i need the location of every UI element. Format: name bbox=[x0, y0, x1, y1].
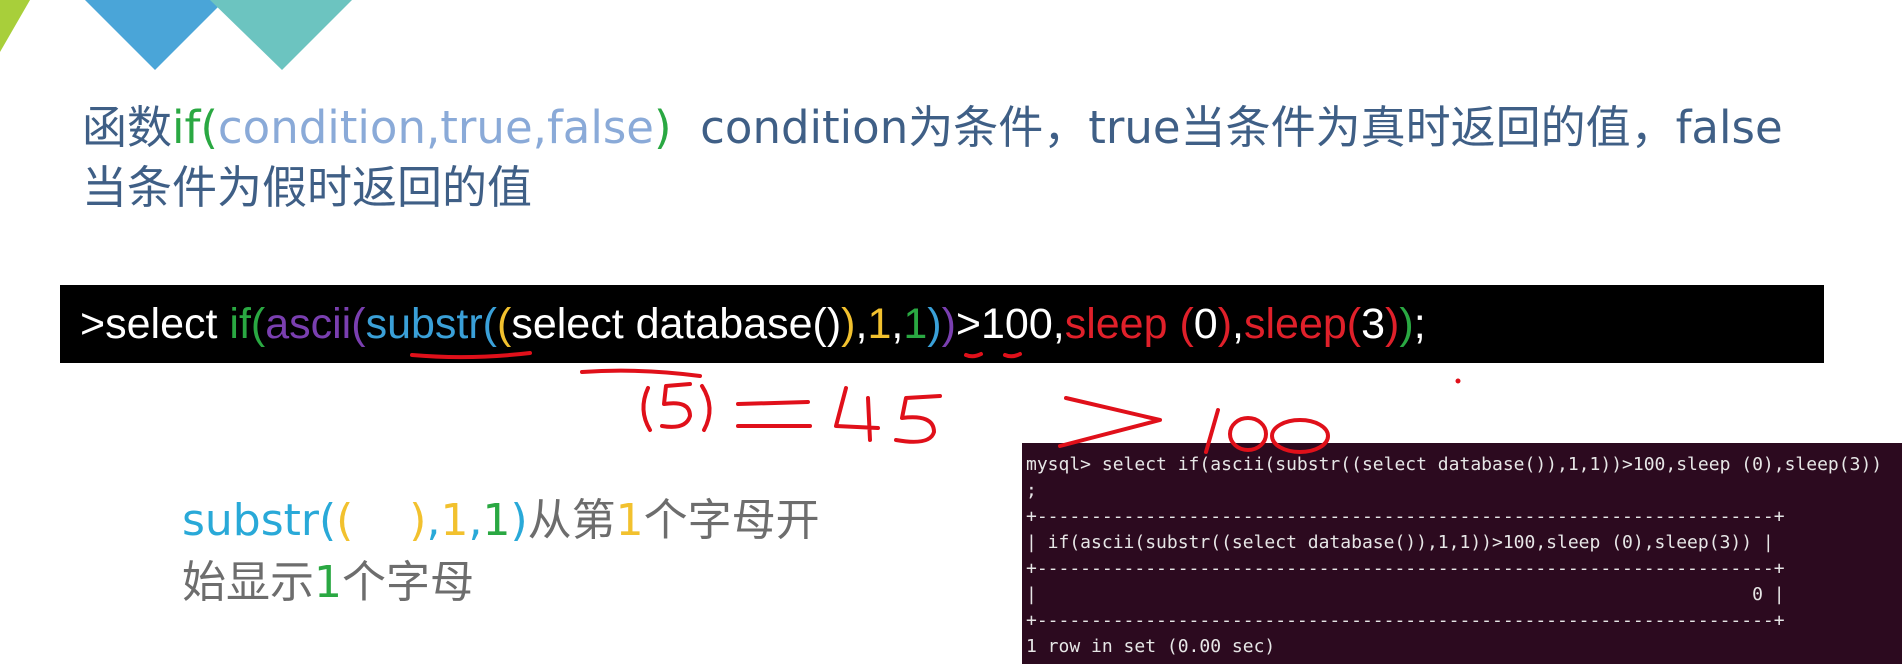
code-segment: ascii( bbox=[265, 300, 366, 348]
note-segment: 1 bbox=[440, 495, 469, 546]
note-segment bbox=[353, 495, 409, 546]
code-segment: , bbox=[855, 300, 868, 348]
heading-prefix: 函数 bbox=[82, 101, 173, 154]
note-segment: 1 bbox=[314, 557, 342, 608]
note-segment: 个字母开 bbox=[643, 495, 820, 546]
terminal-line: | if(ascii(substr((select database()),1,… bbox=[1026, 532, 1774, 553]
code-segment: >100, bbox=[955, 300, 1065, 348]
heading-fn-args: condition,true,false bbox=[217, 101, 654, 154]
terminal-line: mysql> select if(ascii(substr((select da… bbox=[1026, 454, 1883, 475]
code-segment: sleep bbox=[1064, 300, 1180, 348]
stray-dot bbox=[1455, 378, 1461, 384]
code-segment: 1 bbox=[867, 300, 892, 348]
terminal-line: ; bbox=[1026, 480, 1037, 501]
note-segment: 1 bbox=[482, 495, 511, 546]
hand-digit-5 bbox=[660, 382, 692, 429]
terminal-line: 1 row in set (0.00 sec) bbox=[1026, 636, 1276, 657]
heading-fn-name: if( bbox=[172, 101, 218, 154]
slide-heading: 函数if(condition,true,false) condition为条件，… bbox=[82, 98, 1882, 218]
code-segment: 3 bbox=[1361, 300, 1386, 348]
code-segment: , bbox=[1232, 300, 1244, 348]
note-segment: , bbox=[426, 495, 441, 546]
code-segment: ) bbox=[1399, 300, 1414, 348]
code-segment: 1 bbox=[903, 300, 928, 348]
note-segment: 1 bbox=[615, 495, 644, 546]
teal-triangle bbox=[210, 0, 352, 70]
code-segment: ( bbox=[1346, 300, 1362, 348]
note-segment: 个字母 bbox=[342, 557, 474, 608]
decorative-triangles bbox=[0, 0, 352, 70]
code-segment: ( bbox=[1179, 300, 1194, 348]
code-segment: 0 bbox=[1193, 300, 1218, 348]
substr-note: substr(( ),1,1)从第1个字母开 始显示1个字母 bbox=[182, 490, 820, 614]
heading-line-2: 当条件为假时返回的值 bbox=[82, 161, 533, 214]
terminal-line: | 0 | bbox=[1026, 584, 1785, 605]
code-segment: ) bbox=[1217, 300, 1233, 348]
code-segment: ; bbox=[1413, 300, 1426, 348]
terminal-line: +---------------------------------------… bbox=[1026, 558, 1785, 579]
heading-description: condition为条件，true当条件为真时返回的值，false bbox=[700, 101, 1783, 154]
code-segment: substr( bbox=[365, 300, 497, 348]
hand-equals-top bbox=[736, 400, 810, 406]
top-dash bbox=[580, 368, 702, 378]
note-segment: ( bbox=[336, 495, 354, 546]
terminal-line: +---------------------------------------… bbox=[1026, 506, 1785, 527]
note-segment: substr( bbox=[182, 495, 337, 546]
sql-code-bar: >select if(ascii(substr((select database… bbox=[60, 285, 1824, 363]
note-line-2: 始显示1个字母 bbox=[182, 552, 820, 614]
code-segment: >select bbox=[80, 300, 230, 348]
code-segment: ) bbox=[1385, 300, 1400, 348]
blue-triangle bbox=[85, 0, 225, 70]
heading-line-1: 函数if(condition,true,false) condition为条件，… bbox=[82, 98, 1882, 158]
mysql-terminal: mysql> select if(ascii(substr((select da… bbox=[1022, 443, 1902, 664]
code-segment: select database() bbox=[511, 300, 842, 348]
note-segment: , bbox=[468, 495, 483, 546]
note-segment: 始显示 bbox=[182, 557, 314, 608]
hand-paren-close bbox=[700, 384, 712, 432]
hand-digit-5b bbox=[894, 394, 942, 444]
code-segment: , bbox=[891, 300, 904, 348]
hand-greater-than bbox=[1058, 396, 1162, 448]
code-segment: ( bbox=[496, 300, 512, 348]
lime-triangle bbox=[0, 0, 30, 52]
terminal-line: +---------------------------------------… bbox=[1026, 610, 1785, 631]
code-segment: ) bbox=[927, 300, 942, 348]
code-segment: ) bbox=[941, 300, 956, 348]
note-segment: ) bbox=[409, 495, 427, 546]
hand-digit-4 bbox=[834, 386, 880, 442]
note-segment: 从第 bbox=[527, 495, 616, 546]
code-segment: sleep bbox=[1244, 300, 1347, 348]
hand-paren-open bbox=[641, 386, 652, 432]
note-line-1: substr(( ),1,1)从第1个字母开 bbox=[182, 490, 820, 552]
note-segment: ) bbox=[510, 495, 528, 546]
slide: 函数if(condition,true,false) condition为条件，… bbox=[0, 0, 1902, 664]
heading-fn-close: ) bbox=[654, 101, 672, 154]
code-segment: ) bbox=[841, 300, 856, 348]
code-segment: if( bbox=[229, 300, 266, 348]
